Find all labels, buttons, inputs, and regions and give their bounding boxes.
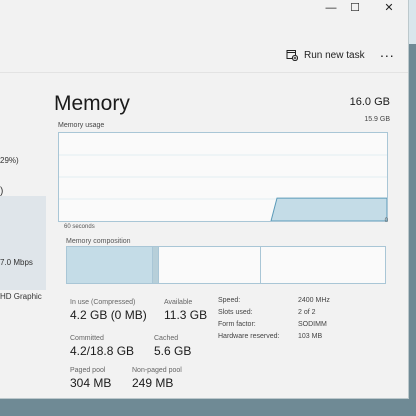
page-title: Memory <box>54 92 130 115</box>
memory-usage-max: 15.9 GB <box>364 116 390 123</box>
stat-label: In use (Compressed) <box>70 299 136 306</box>
stat-label: Available <box>164 299 193 306</box>
stat-in-use: In use (Compressed) 4.2 GB (0 MB) <box>70 299 147 322</box>
stat-label: Cached <box>154 335 179 342</box>
stat-value: 11.3 GB <box>164 308 208 322</box>
title-bar: — ☐ ✕ <box>0 0 408 20</box>
stat-available: Available 11.3 GB <box>164 299 207 322</box>
maximize-button[interactable]: ☐ <box>342 0 368 16</box>
total-memory: 16.0 GB <box>349 96 390 108</box>
memory-panel: Memory 16.0 GB Memory usage 15.9 GB 60 s… <box>46 80 396 398</box>
stat-cached: Cached 5.6 GB <box>154 335 191 358</box>
sidebar-item-network[interactable]: 7.0 Mbps <box>0 258 33 267</box>
composition-free <box>260 247 385 283</box>
stat-value: 304 MB <box>70 376 112 390</box>
spec-slots-value: 2 of 2 <box>298 309 316 316</box>
stat-value: 5.6 GB <box>154 344 192 358</box>
composition-standby <box>159 247 261 283</box>
spec-hardware-reserved-value: 103 MB <box>298 333 323 340</box>
memory-composition-bar <box>66 246 386 284</box>
run-new-task-button[interactable]: Run new task <box>286 46 365 64</box>
run-task-icon <box>286 50 298 61</box>
sidebar-selected-highlight <box>0 196 46 290</box>
stat-label: Paged pool <box>70 367 106 374</box>
spec-form-factor-label: Form factor: <box>218 321 256 328</box>
stat-paged-pool: Paged pool 304 MB <box>70 367 111 390</box>
spec-hardware-reserved-label: Hardware reserved: <box>218 333 280 340</box>
run-new-task-label: Run new task <box>304 49 365 61</box>
minimize-button[interactable]: — <box>318 0 344 16</box>
toolbar: Run new task ... <box>0 36 408 73</box>
memory-usage-area <box>270 197 387 221</box>
graph-time-left: 60 seconds <box>64 224 95 230</box>
spec-slots-label: Slots used: <box>218 309 253 316</box>
graph-time-right: 0 <box>384 218 388 224</box>
close-button[interactable]: ✕ <box>376 0 402 16</box>
sidebar-item-gpu[interactable]: HD Graphic <box>0 292 42 301</box>
performance-sidebar: 29%) ) 7.0 Mbps HD Graphic <box>0 80 46 398</box>
more-options-button[interactable]: ... <box>380 44 395 60</box>
sidebar-item-cpu[interactable]: 29%) <box>0 156 19 165</box>
stat-label: Non-paged pool <box>132 367 182 374</box>
stat-value: 4.2/18.8 GB <box>70 344 135 358</box>
stat-committed: Committed 4.2/18.8 GB <box>70 335 134 358</box>
spec-speed-value: 2400 MHz <box>298 297 330 304</box>
stat-non-paged-pool: Non-paged pool 249 MB <box>132 367 182 390</box>
composition-in-use <box>67 247 153 283</box>
stat-value: 249 MB <box>132 376 174 390</box>
usage-graph-svg <box>59 154 387 221</box>
stat-label: Committed <box>70 335 104 342</box>
stat-value: 4.2 GB (0 MB) <box>70 308 147 322</box>
memory-usage-graph <box>58 132 388 222</box>
memory-composition-label: Memory composition <box>66 238 131 245</box>
sidebar-item-memory[interactable]: ) <box>0 186 3 197</box>
memory-usage-label: Memory usage <box>58 122 105 129</box>
spec-speed-label: Speed: <box>218 297 241 304</box>
spec-form-factor-value: SODIMM <box>298 321 327 328</box>
task-manager-window: — ☐ ✕ Run new task ... 29%) ) 7.0 Mbps H… <box>0 0 409 399</box>
